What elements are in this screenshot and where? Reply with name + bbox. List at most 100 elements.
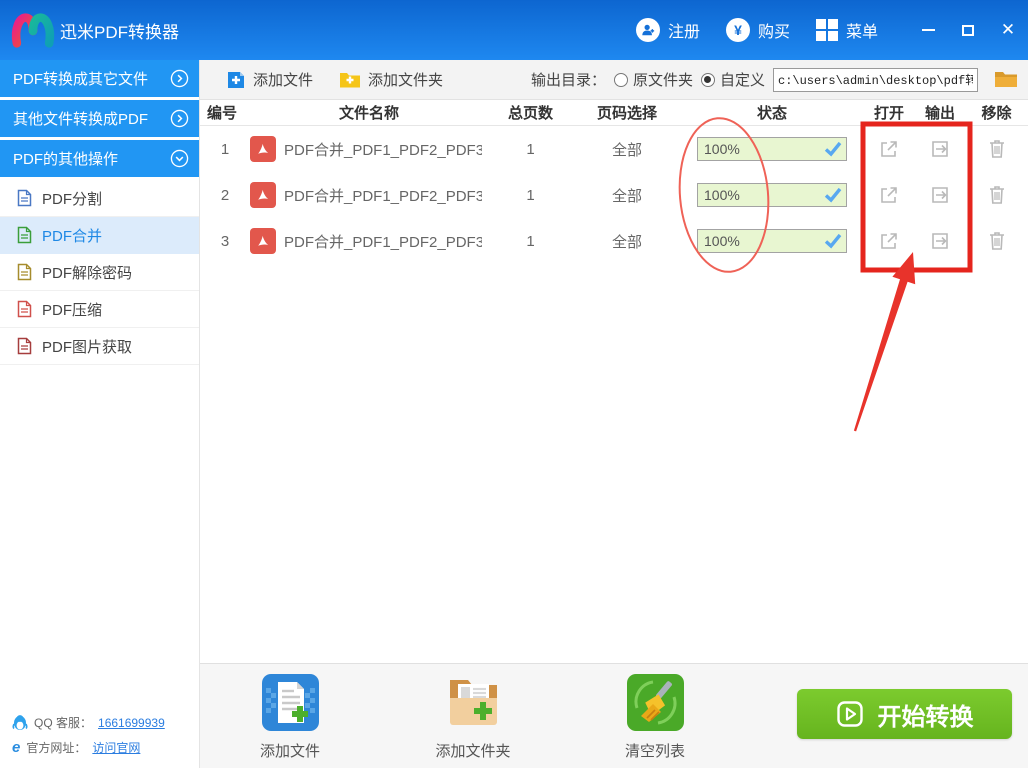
- file-name: PDF合并_PDF1_PDF2_PDF3.pdf: [284, 187, 482, 205]
- radio-custom-folder[interactable]: 自定义: [700, 69, 765, 90]
- check-icon: [824, 233, 842, 249]
- table-header: 编号 文件名称 总页数 页码选择 状态 打开 输出 移除: [200, 100, 1028, 126]
- official-site-label: 官方网址：: [26, 741, 87, 755]
- external-link-icon: [881, 187, 897, 203]
- radio-circle-icon: [613, 72, 628, 87]
- minimize-button[interactable]: [920, 22, 936, 38]
- sidebar-footer: QQ 客服： 1661699939 e 官方网址： 访问官网: [12, 706, 165, 756]
- pdf-file-icon: [250, 228, 276, 254]
- buy-label: 购买: [757, 24, 790, 41]
- table-row: 1 PDF合并_PDF1_PDF2_PDF3.pdf 1 全部 100%: [200, 126, 1028, 172]
- trash-icon: [989, 232, 1004, 250]
- page-range[interactable]: 全部: [573, 139, 681, 160]
- sidebar-item-pdf-compress[interactable]: PDF压缩: [0, 291, 199, 328]
- total-pages: 1: [526, 232, 535, 250]
- row-number: 2: [220, 186, 230, 204]
- play-icon: [836, 701, 863, 727]
- toolbar: 添加文件 添加文件夹 输出目录： 原文件夹 自定义: [200, 60, 1028, 100]
- maximize-button[interactable]: [960, 22, 976, 38]
- minimize-icon: [921, 29, 935, 31]
- delete-row-button[interactable]: [987, 138, 1007, 160]
- file-name: PDF合并_PDF1_PDF2_PDF3.pdf: [284, 141, 482, 159]
- external-link-icon: [881, 233, 897, 249]
- header-filename: 文件名称: [338, 105, 399, 122]
- close-button[interactable]: ✕: [1000, 20, 1016, 39]
- add-folder-big-button[interactable]: 添加文件夹: [418, 674, 528, 761]
- sidebar-category-pdf-other-ops[interactable]: PDF的其他操作: [0, 140, 199, 177]
- sidebar-item-pdf-merge[interactable]: PDF合并: [0, 217, 199, 254]
- row-number: 1: [220, 140, 230, 158]
- add-file-big-icon: [261, 674, 319, 731]
- page-range[interactable]: 全部: [573, 231, 681, 252]
- delete-row-button[interactable]: [987, 230, 1007, 252]
- app-logo-icon: [11, 13, 55, 48]
- open-output-button[interactable]: [930, 231, 950, 251]
- register-user-icon: [635, 18, 660, 42]
- official-site-link[interactable]: 访问官网: [92, 739, 140, 756]
- qq-number-link[interactable]: 1661699939: [98, 716, 165, 730]
- browse-folder-button[interactable]: [994, 70, 1018, 89]
- sidebar-category-pdf-to-other[interactable]: PDF转换成其它文件: [0, 60, 199, 97]
- add-folder-button[interactable]: 添加文件夹: [339, 69, 443, 90]
- row-number: 3: [220, 232, 230, 250]
- add-file-button[interactable]: 添加文件: [226, 69, 313, 90]
- clear-list-big-icon: [626, 674, 684, 731]
- sidebar-item-pdf-extract-images[interactable]: PDF图片获取: [0, 328, 199, 365]
- chevron-right-circle-icon: [170, 109, 189, 128]
- start-convert-button[interactable]: 开始转换: [797, 689, 1012, 739]
- sidebar: PDF转换成其它文件 其他文件转换成PDF PDF的其他操作 PDF分割 PDF…: [0, 60, 200, 768]
- add-file-big-button[interactable]: 添加文件: [235, 674, 345, 761]
- check-icon: [824, 187, 842, 203]
- delete-row-button[interactable]: [987, 184, 1007, 206]
- export-arrow-icon: [932, 141, 948, 157]
- radio-circle-checked-icon: [700, 72, 715, 87]
- open-file-button[interactable]: [878, 230, 900, 252]
- total-pages: 1: [526, 186, 535, 204]
- open-file-button[interactable]: [878, 138, 900, 160]
- close-icon: ✕: [1000, 20, 1016, 39]
- app-window: 迅米PDF转换器 注册 ¥ 购买 菜单 ✕ PDF转换成其它文件 其他文件转换成…: [0, 0, 1028, 768]
- header-status: 状态: [756, 105, 787, 122]
- buy-button[interactable]: ¥ 购买: [725, 18, 790, 42]
- header-open: 打开: [873, 105, 904, 122]
- output-path-input[interactable]: [773, 67, 978, 92]
- trash-icon: [989, 186, 1004, 204]
- add-file-icon: [228, 71, 244, 88]
- open-output-button[interactable]: [930, 185, 950, 205]
- pdf-doc-icon: [17, 300, 32, 318]
- pdf-doc-icon: [17, 263, 32, 281]
- header-total-pages: 总页数: [507, 105, 553, 122]
- pdf-doc-icon: [17, 337, 32, 355]
- clear-list-big-button[interactable]: 清空列表: [600, 674, 710, 761]
- pdf-file-icon: [250, 136, 276, 162]
- add-folder-icon: [340, 72, 361, 87]
- chevron-right-circle-icon: [170, 69, 189, 88]
- radio-original-folder[interactable]: 原文件夹: [613, 69, 693, 90]
- check-icon: [824, 141, 842, 157]
- export-arrow-icon: [932, 233, 948, 249]
- file-name: PDF合并_PDF1_PDF2_PDF3.pdf: [284, 233, 482, 251]
- qq-icon: [12, 715, 28, 730]
- bottom-action-bar: 添加文件 添加文件夹 清空列表 开始转换: [200, 663, 1028, 768]
- output-dir-label: 输出目录：: [530, 72, 606, 89]
- sidebar-item-pdf-split[interactable]: PDF分割: [0, 180, 199, 217]
- register-button[interactable]: 注册: [635, 18, 700, 42]
- register-label: 注册: [667, 24, 700, 41]
- page-range[interactable]: 全部: [573, 185, 681, 206]
- folder-icon: [995, 72, 1017, 87]
- open-file-button[interactable]: [878, 184, 900, 206]
- menu-button[interactable]: 菜单: [815, 18, 878, 42]
- app-title: 迅米PDF转换器: [60, 22, 179, 42]
- menu-grid-icon: [815, 19, 838, 41]
- progress-bar: 100%: [697, 183, 847, 207]
- pdf-file-icon: [250, 182, 276, 208]
- open-output-button[interactable]: [930, 139, 950, 159]
- sidebar-item-pdf-remove-password[interactable]: PDF解除密码: [0, 254, 199, 291]
- sidebar-category-other-to-pdf[interactable]: 其他文件转换成PDF: [0, 100, 199, 137]
- trash-icon: [989, 140, 1004, 158]
- table-row: 3 PDF合并_PDF1_PDF2_PDF3.pdf 1 全部 100%: [200, 218, 1028, 264]
- progress-bar: 100%: [697, 229, 847, 253]
- header-number: 编号: [207, 105, 238, 122]
- add-folder-big-icon: [449, 680, 497, 725]
- annotation-arrow: [853, 252, 916, 432]
